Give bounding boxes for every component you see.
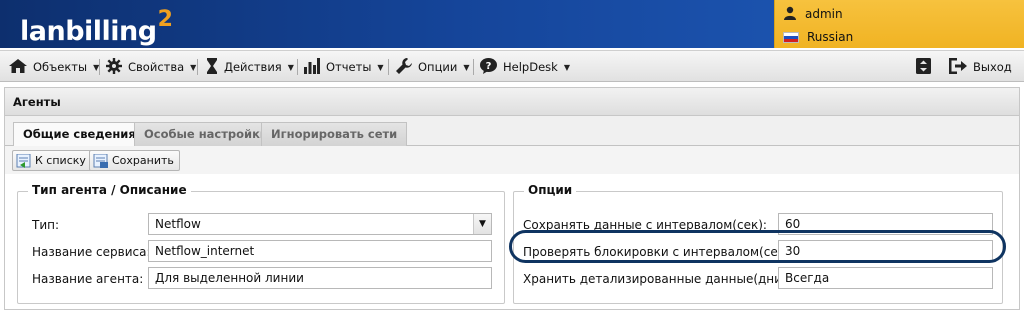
tab-general[interactable]: Общие сведения <box>13 122 146 147</box>
app-header: lanbilling2 admin Russian <box>0 0 1024 48</box>
window-toggle-button[interactable] <box>916 57 931 77</box>
chevron-down-icon: ▼ <box>377 62 384 72</box>
list-back-icon <box>16 153 32 168</box>
menu-actions[interactable]: Действия ▼ <box>206 57 294 77</box>
save-button[interactable]: Сохранить <box>89 150 180 171</box>
chevron-down-icon: ▼ <box>563 62 570 72</box>
logo-version: 2 <box>157 7 173 32</box>
agent-type-legend: Тип агента / Описание <box>28 183 191 197</box>
menu-separator <box>99 59 100 75</box>
logout-icon <box>949 57 967 77</box>
detail-retention-label: Хранить детализированные данные(дни): <box>523 272 791 286</box>
user-box: admin Russian <box>774 0 1024 48</box>
tab-strip: Общие сведения Особые настройки Игнориро… <box>5 116 1019 147</box>
app-logo: lanbilling2 <box>20 4 173 52</box>
chevron-down-icon: ▼ <box>287 62 294 72</box>
chevron-down-icon[interactable]: ▼ <box>473 214 491 234</box>
type-label: Тип: <box>32 218 60 232</box>
menu-objects[interactable]: Объекты ▼ <box>9 57 99 77</box>
chevron-down-icon: ▼ <box>463 62 470 72</box>
save-icon <box>93 153 109 168</box>
help-bubble-icon: ? <box>480 57 497 77</box>
menu-separator <box>197 59 198 75</box>
detail-retention-field[interactable]: Всегда <box>778 267 993 289</box>
agent-name-field[interactable]: Для выделенной линии <box>148 267 492 289</box>
logo-text: lanbilling <box>20 16 157 47</box>
service-name-field[interactable]: Netflow_internet <box>148 240 492 262</box>
language-row[interactable]: Russian <box>783 27 853 47</box>
highlight-annotation <box>509 230 1006 263</box>
user-icon <box>783 6 797 23</box>
house-icon <box>9 58 27 76</box>
user-name: admin <box>805 7 843 21</box>
agent-type-select[interactable]: Netflow ▼ <box>148 213 492 235</box>
bar-chart-icon <box>304 57 320 77</box>
menu-separator <box>297 59 298 75</box>
gear-icon <box>106 57 122 77</box>
main-menu: Объекты ▼ Свойства ▼ Действия ▼ Отчеты ▼ Опц… <box>0 50 1024 82</box>
window-toggle-icon <box>916 57 931 77</box>
agent-type-value: Netflow <box>155 217 201 231</box>
tab-ignore-networks[interactable]: Игнорировать сети <box>261 122 408 146</box>
menu-separator <box>388 59 389 75</box>
service-name-label: Название сервиса: <box>32 245 151 259</box>
agent-type-group: Тип агента / Описание Тип: Netflow ▼ Наз… <box>17 183 505 304</box>
menu-separator <box>473 59 474 75</box>
user-row[interactable]: admin <box>783 4 843 24</box>
svg-text:?: ? <box>486 61 492 72</box>
agents-panel: Агенты Общие сведения Особые настройки И… <box>4 87 1020 310</box>
menu-options[interactable]: Опции ▼ <box>396 57 470 77</box>
menu-helpdesk[interactable]: ? HelpDesk ▼ <box>480 57 570 77</box>
panel-title: Агенты <box>5 88 1019 116</box>
menu-reports[interactable]: Отчеты ▼ <box>304 57 384 77</box>
hourglass-icon <box>206 57 218 77</box>
logout-button[interactable]: Выход <box>949 57 1012 77</box>
panel-toolbar: К списку Сохранить <box>5 146 1019 174</box>
agent-name-label: Название агента: <box>32 272 144 286</box>
chevron-down-icon: ▼ <box>190 62 197 72</box>
wrench-icon <box>396 57 412 77</box>
back-to-list-button[interactable]: К списку <box>12 150 92 171</box>
options-legend: Опции <box>524 183 577 197</box>
language-label: Russian <box>807 30 854 44</box>
tab-special-settings[interactable]: Особые настройки <box>134 122 278 146</box>
russia-flag-icon <box>783 31 799 43</box>
menu-properties[interactable]: Свойства ▼ <box>106 57 196 77</box>
